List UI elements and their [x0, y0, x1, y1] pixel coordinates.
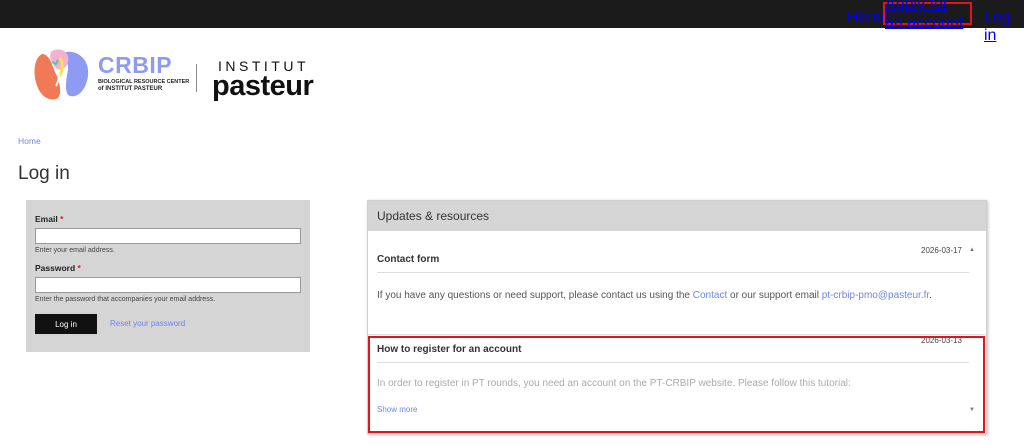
contact-link[interactable]: Contact	[693, 290, 727, 301]
page-title: Log in	[18, 163, 70, 184]
nav-login-link[interactable]: Log in	[984, 9, 1024, 45]
password-label: Password *	[35, 263, 81, 273]
login-form: Email * Enter your email address. Passwo…	[26, 200, 310, 352]
site-logo[interactable]: CRBIP BIOLOGICAL RESOURCE CENTER of INST…	[32, 48, 332, 104]
item-separator	[368, 334, 986, 335]
reset-password-link[interactable]: Reset your password	[110, 319, 185, 328]
password-help-text: Enter the password that accompanies your…	[35, 296, 216, 303]
breadcrumb-home[interactable]: Home	[18, 136, 41, 146]
updates-title: Updates & resources	[377, 209, 490, 223]
updates-header: Updates & resources	[368, 201, 986, 231]
item-divider	[377, 272, 969, 273]
password-field[interactable]	[35, 277, 301, 293]
item-body-contact-form: If you have any questions or need suppor…	[377, 290, 932, 301]
crbip-subtitle-line2: of INSTITUT PASTEUR	[98, 86, 163, 92]
logo-divider	[196, 64, 197, 92]
nav-apply-link[interactable]: Apply for an account	[883, 0, 972, 31]
email-label: Email *	[35, 214, 64, 224]
item-title-contact-form[interactable]: Contact form	[377, 254, 439, 265]
crbip-wordmark: CRBIP	[98, 52, 173, 78]
top-bar: Home Apply for an account Log in	[0, 0, 1024, 44]
email-help-text: Enter your email address.	[35, 247, 115, 254]
highlight-annotation-box	[368, 336, 985, 433]
crbip-logo-icon	[34, 49, 89, 100]
support-email-link[interactable]: pt-crbip-pmo@pasteur.fr	[822, 290, 929, 301]
pasteur-wordmark: pasteur	[212, 70, 314, 102]
crbip-subtitle-line1: BIOLOGICAL RESOURCE CENTER	[98, 79, 190, 85]
collapse-arrow-icon[interactable]: ▲	[969, 247, 975, 253]
required-marker: *	[77, 263, 81, 273]
required-marker: *	[60, 214, 64, 224]
email-field[interactable]	[35, 228, 301, 244]
item-date: 2026-03-17	[921, 246, 962, 255]
login-button[interactable]: Log in	[35, 314, 97, 334]
